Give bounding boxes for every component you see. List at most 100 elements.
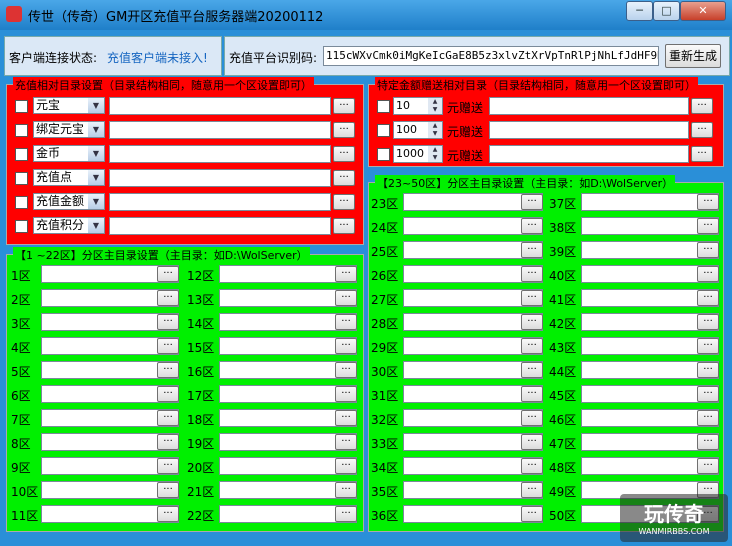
zone-browse-button[interactable]: ··· — [697, 194, 719, 210]
recharge-dir-input[interactable] — [109, 145, 331, 163]
zone-browse-button[interactable]: ··· — [335, 314, 357, 330]
zone-browse-button[interactable]: ··· — [157, 482, 179, 498]
recharge-type-select[interactable]: 金币 ▼ — [33, 145, 105, 162]
zone-browse-button[interactable]: ··· — [335, 386, 357, 402]
bonus-dir-input[interactable] — [489, 145, 689, 163]
zone-browse-button[interactable]: ··· — [697, 458, 719, 474]
recharge-checkbox[interactable] — [15, 196, 28, 209]
zone-label: 45区 — [549, 389, 577, 403]
recharge-checkbox[interactable] — [15, 172, 28, 185]
zone-browse-button[interactable]: ··· — [697, 362, 719, 378]
zone-browse-button[interactable]: ··· — [697, 218, 719, 234]
zone-browse-button[interactable]: ··· — [157, 362, 179, 378]
zone-browse-button[interactable]: ··· — [697, 338, 719, 354]
recharge-checkbox[interactable] — [15, 124, 28, 137]
spin-down-icon[interactable]: ▼ — [428, 106, 442, 114]
zone-label: 18区 — [187, 413, 215, 427]
bonus-amount-spinner[interactable]: 1000 ▲ ▼ — [393, 145, 443, 163]
spin-down-icon[interactable]: ▼ — [428, 130, 442, 138]
zone-browse-button[interactable]: ··· — [697, 266, 719, 282]
bonus-dir-input[interactable] — [489, 121, 689, 139]
zone-browse-button[interactable]: ··· — [521, 362, 543, 378]
recharge-dir-input[interactable] — [109, 193, 331, 211]
bonus-checkbox[interactable] — [377, 124, 390, 137]
zone-browse-button[interactable]: ··· — [697, 434, 719, 450]
zone-browse-button[interactable]: ··· — [521, 338, 543, 354]
zone-browse-button[interactable]: ··· — [157, 290, 179, 306]
close-button[interactable]: ✕ — [680, 1, 726, 21]
zone-browse-button[interactable]: ··· — [521, 386, 543, 402]
platform-code-field[interactable]: 115cWXvCmk0iMgKeIcGaE8B5z3xlvZtXrVpTnRlP… — [323, 46, 659, 66]
zone-browse-button[interactable]: ··· — [697, 386, 719, 402]
zone-browse-button[interactable]: ··· — [697, 410, 719, 426]
recharge-dir-input[interactable] — [109, 121, 331, 139]
zone-browse-button[interactable]: ··· — [521, 242, 543, 258]
recharge-type-select[interactable]: 充值金额 ▼ — [33, 193, 105, 210]
bonus-amount-spinner[interactable]: 10 ▲ ▼ — [393, 97, 443, 115]
zone-label: 27区 — [371, 293, 399, 307]
zone-label: 24区 — [371, 221, 399, 235]
recharge-checkbox[interactable] — [15, 220, 28, 233]
recharge-type-select[interactable]: 元宝 ▼ — [33, 97, 105, 114]
spin-up-icon[interactable]: ▲ — [428, 98, 442, 106]
zone-browse-button[interactable]: ··· — [157, 458, 179, 474]
recharge-browse-button[interactable]: ··· — [333, 98, 355, 114]
zone-browse-button[interactable]: ··· — [697, 314, 719, 330]
recharge-type-select[interactable]: 充值积分 ▼ — [33, 217, 105, 234]
bonus-browse-button[interactable]: ··· — [691, 98, 713, 114]
zone-browse-button[interactable]: ··· — [157, 314, 179, 330]
recharge-browse-button[interactable]: ··· — [333, 170, 355, 186]
minimize-button[interactable]: ─ — [626, 1, 653, 21]
zone-browse-button[interactable]: ··· — [521, 194, 543, 210]
zone-browse-button[interactable]: ··· — [697, 290, 719, 306]
spin-up-icon[interactable]: ▲ — [428, 146, 442, 154]
recharge-dir-input[interactable] — [109, 217, 331, 235]
recharge-browse-button[interactable]: ··· — [333, 194, 355, 210]
bonus-checkbox[interactable] — [377, 148, 390, 161]
bonus-checkbox[interactable] — [377, 100, 390, 113]
zone-browse-button[interactable]: ··· — [157, 506, 179, 522]
spin-down-icon[interactable]: ▼ — [428, 154, 442, 162]
zone-browse-button[interactable]: ··· — [335, 290, 357, 306]
zone-browse-button[interactable]: ··· — [521, 410, 543, 426]
zone-browse-button[interactable]: ··· — [157, 338, 179, 354]
zone-browse-button[interactable]: ··· — [335, 458, 357, 474]
zone-browse-button[interactable]: ··· — [521, 434, 543, 450]
zone-browse-button[interactable]: ··· — [521, 290, 543, 306]
recharge-checkbox[interactable] — [15, 100, 28, 113]
bonus-browse-button[interactable]: ··· — [691, 122, 713, 138]
zone-browse-button[interactable]: ··· — [335, 338, 357, 354]
zone-browse-button[interactable]: ··· — [335, 266, 357, 282]
recharge-dir-input[interactable] — [109, 97, 331, 115]
zone-browse-button[interactable]: ··· — [521, 458, 543, 474]
maximize-button[interactable]: □ — [653, 1, 680, 21]
bonus-dir-input[interactable] — [489, 97, 689, 115]
zone-browse-button[interactable]: ··· — [521, 314, 543, 330]
zone-browse-button[interactable]: ··· — [157, 386, 179, 402]
zone-browse-button[interactable]: ··· — [335, 362, 357, 378]
zone-browse-button[interactable]: ··· — [697, 242, 719, 258]
recharge-type-select[interactable]: 绑定元宝 ▼ — [33, 121, 105, 138]
bonus-amount-spinner[interactable]: 100 ▲ ▼ — [393, 121, 443, 139]
zone-browse-button[interactable]: ··· — [521, 482, 543, 498]
zone-browse-button[interactable]: ··· — [521, 218, 543, 234]
zone-browse-button[interactable]: ··· — [521, 506, 543, 522]
zone-browse-button[interactable]: ··· — [335, 482, 357, 498]
zone-browse-button[interactable]: ··· — [335, 434, 357, 450]
bonus-browse-button[interactable]: ··· — [691, 146, 713, 162]
zone-browse-button[interactable]: ··· — [335, 410, 357, 426]
recharge-checkbox[interactable] — [15, 148, 28, 161]
recharge-browse-button[interactable]: ··· — [333, 218, 355, 234]
recharge-browse-button[interactable]: ··· — [333, 146, 355, 162]
zone-browse-button[interactable]: ··· — [157, 434, 179, 450]
recharge-type-select[interactable]: 充值点 ▼ — [33, 169, 105, 186]
zone-browse-button[interactable]: ··· — [521, 266, 543, 282]
regenerate-button[interactable]: 重新生成 — [665, 44, 721, 68]
zone-browse-button[interactable]: ··· — [157, 410, 179, 426]
recharge-dir-input[interactable] — [109, 169, 331, 187]
recharge-browse-button[interactable]: ··· — [333, 122, 355, 138]
zone-browse-button[interactable]: ··· — [335, 506, 357, 522]
zone-browse-button[interactable]: ··· — [157, 266, 179, 282]
spin-up-icon[interactable]: ▲ — [428, 122, 442, 130]
watermark-brand: 玩传奇 — [644, 502, 704, 526]
